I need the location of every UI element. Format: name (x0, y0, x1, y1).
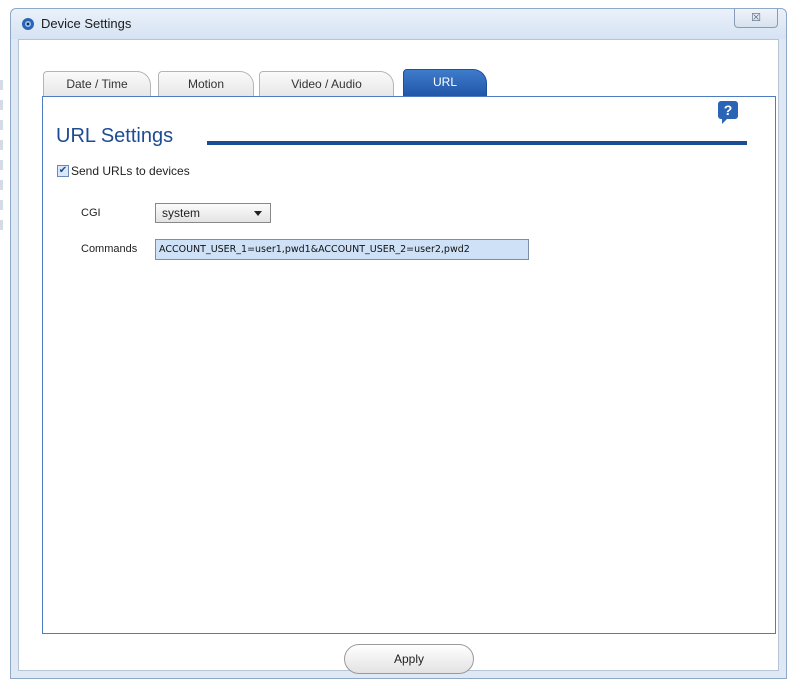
close-icon: ☒ (751, 11, 761, 24)
page-title: URL Settings (56, 125, 174, 147)
close-button[interactable]: ☒ (734, 9, 778, 28)
tab-label: URL (432, 75, 457, 89)
camera-icon (22, 18, 34, 30)
commands-label: Commands (81, 243, 138, 255)
tab-video-audio[interactable]: Video / Audio (259, 71, 394, 97)
tab-date-time[interactable]: Date / Time (43, 71, 151, 97)
tab-label: Date / Time (66, 77, 128, 91)
apply-button[interactable]: Apply (344, 644, 474, 674)
cgi-label: CGI (81, 207, 101, 219)
cgi-select[interactable]: system (155, 203, 271, 223)
tab-strip: Date / Time Motion Video / Audio URL (43, 69, 543, 97)
tab-motion[interactable]: Motion (158, 71, 254, 97)
device-settings-window: Device Settings ☒ Date / Time Motion Vid… (10, 8, 787, 679)
help-icon[interactable]: ? (718, 101, 738, 124)
send-urls-label[interactable]: Send URLs to devices (71, 164, 190, 178)
heading-divider (207, 141, 747, 145)
apply-label: Apply (393, 652, 425, 666)
cgi-selected-value: system (162, 206, 201, 220)
check-icon: ✔ (58, 165, 68, 176)
tab-label: Video / Audio (291, 77, 362, 91)
window-client-area: Date / Time Motion Video / Audio URL ? U… (18, 39, 779, 674)
chevron-down-icon (254, 211, 262, 216)
url-settings-panel: ? URL Settings ✔ Send URLs to devices CG… (42, 96, 776, 634)
send-urls-checkbox[interactable]: ✔ (57, 165, 69, 177)
window-title: Device Settings (41, 16, 132, 31)
help-glyph: ? (723, 102, 733, 118)
title-bar[interactable]: Device Settings ☒ (11, 9, 786, 39)
commands-input[interactable]: ACCOUNT_USER_1=user1,pwd1&ACCOUNT_USER_2… (155, 239, 529, 260)
background-edge (0, 80, 3, 240)
tab-label: Motion (187, 77, 225, 91)
tab-url[interactable]: URL (403, 69, 487, 97)
